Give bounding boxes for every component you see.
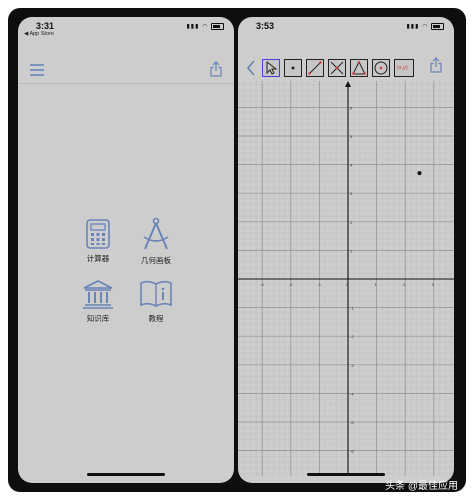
share-icon[interactable] [210, 61, 222, 77]
plotted-point[interactable] [417, 171, 422, 176]
circle-tool-button[interactable] [372, 59, 390, 77]
phone-geometry-screen: 3:53 ▮▮▮ ◠ (x,y) -3 -2 -1 0 1 2 3 6 5 4 … [238, 17, 454, 483]
x-tick-label: 2 [403, 282, 406, 287]
library-icon [83, 280, 113, 309]
intersection-tool-icon [330, 61, 344, 75]
system-icons: ▮▮▮ ◠ [186, 23, 224, 31]
app-label: 几何画板 [141, 256, 171, 265]
x-tick-label: 3 [432, 282, 435, 287]
app-label: 教程 [148, 314, 164, 323]
x-tick-label: 1 [375, 282, 378, 287]
app-label: 知识库 [86, 314, 110, 323]
app-label: 计算器 [86, 254, 110, 263]
circle-tool-icon [374, 61, 388, 75]
point-tool-button[interactable] [284, 59, 302, 77]
watermark: 头条 @最佳应用 [385, 481, 458, 492]
app-knowledge-base[interactable]: 知识库 [70, 279, 126, 324]
signal-icon: ▮▮▮ [186, 24, 200, 31]
y-tick-label: 3 [350, 191, 353, 196]
battery-icon [211, 23, 224, 30]
app-calculator[interactable]: 计算器 [70, 219, 126, 264]
triangle-tool-icon [352, 60, 366, 75]
status-bar: 3:31 ◀ App Store ▮▮▮ ◠ [18, 17, 234, 39]
x-tick-label: -3 [260, 282, 264, 287]
coordinate-plane[interactable]: -3 -2 -1 0 1 2 3654321-1-2-3-4-5-6 [238, 81, 454, 476]
app-geometry-board[interactable]: 几何画板 [128, 217, 184, 266]
share-icon[interactable] [430, 57, 442, 73]
wifi-icon: ◠ [422, 24, 429, 31]
intersection-tool-button[interactable] [328, 59, 346, 77]
x-tick-label: -1 [317, 282, 321, 287]
status-time: 3:31 [36, 21, 55, 31]
book-info-icon [140, 280, 172, 307]
home-indicator[interactable] [87, 473, 165, 476]
battery-icon [431, 23, 444, 30]
app-tutorial[interactable]: 教程 [128, 279, 184, 324]
status-time: 3:53 [256, 21, 275, 31]
x-tick-label: -2 [289, 282, 293, 287]
phone-home-screen: 3:31 ◀ App Store ▮▮▮ ◠ 计算器 几何画板 知识库 教程 [18, 17, 234, 483]
y-tick-label: 6 [350, 105, 353, 110]
status-bar: 3:53 ▮▮▮ ◠ [238, 17, 454, 39]
calculator-icon [86, 219, 110, 249]
pointer-tool-icon [266, 60, 278, 75]
compass-icon [143, 217, 169, 250]
pointer-tool-button[interactable] [262, 59, 280, 77]
y-tick-label: 4 [350, 163, 353, 168]
back-icon[interactable] [246, 60, 256, 76]
segment-tool-icon [308, 61, 322, 75]
y-axis-arrow [345, 81, 351, 87]
coordinate-tool-button[interactable]: (x,y) [394, 59, 414, 77]
wifi-icon: ◠ [202, 24, 209, 31]
back-to-app-store-link[interactable]: ◀ App Store [24, 31, 54, 37]
segment-tool-button[interactable] [306, 59, 324, 77]
nav-bar [18, 41, 234, 84]
system-icons: ▮▮▮ ◠ [406, 23, 444, 31]
geometry-toolbar: (x,y) [244, 57, 448, 81]
app-grid: 计算器 几何画板 知识库 教程 [76, 209, 196, 349]
coordinate-tool-icon: (x,y) [397, 65, 408, 71]
y-tick-label: 2 [350, 220, 353, 225]
home-indicator[interactable] [307, 473, 385, 476]
menu-icon[interactable] [30, 64, 44, 79]
triangle-tool-button[interactable] [350, 59, 368, 77]
point-tool-icon [291, 66, 295, 70]
signal-icon: ▮▮▮ [406, 24, 420, 31]
y-tick-label: 1 [350, 248, 353, 253]
y-tick-label: 5 [350, 134, 353, 139]
